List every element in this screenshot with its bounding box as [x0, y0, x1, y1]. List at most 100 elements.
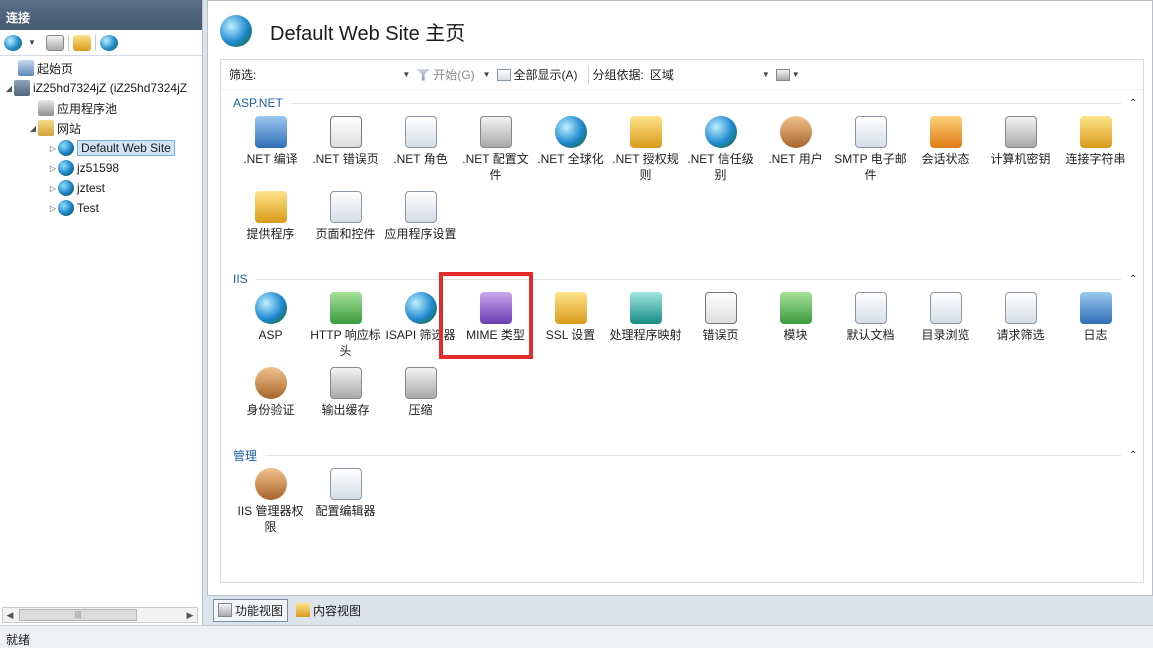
section-header[interactable]: 管理 ⌃	[233, 446, 1139, 464]
feature-pages-controls[interactable]: 页面和控件	[308, 187, 383, 262]
scroll-thumb[interactable]: |||	[19, 609, 137, 621]
chevron-down-icon[interactable]: ▼	[402, 70, 410, 79]
chevron-down-icon[interactable]: ▼	[762, 70, 770, 79]
status-bar: 就绪	[0, 625, 1153, 648]
feature-error-pages[interactable]: 错误页	[683, 288, 758, 363]
feature-output-caching[interactable]: 输出缓存	[308, 363, 383, 438]
up-folder-icon[interactable]	[72, 34, 91, 51]
feature-iis-manager-permissions[interactable]: IIS 管理器权限	[233, 464, 308, 539]
feature-http-headers[interactable]: HTTP 响应标头	[308, 288, 383, 363]
feature-authentication[interactable]: 身份验证	[233, 363, 308, 438]
authentication-icon	[254, 367, 287, 399]
feature-dotnet-users[interactable]: .NET 用户	[758, 112, 833, 187]
feature-dotnet-error-pages[interactable]: .NET 错误页	[308, 112, 383, 187]
feature-modules[interactable]: 模块	[758, 288, 833, 363]
expand-icon[interactable]: ▷	[48, 204, 58, 213]
tree-item-test[interactable]: ▷ Test	[4, 198, 202, 218]
collapse-icon[interactable]: ⌃	[1129, 450, 1139, 461]
dotnet-error-pages-icon	[329, 116, 362, 148]
logging-icon	[1079, 292, 1112, 324]
feature-ssl-settings[interactable]: SSL 设置	[533, 288, 608, 363]
filter-input[interactable]	[260, 65, 401, 84]
feature-request-filtering[interactable]: 请求筛选	[983, 288, 1058, 363]
feature-isapi-filters[interactable]: ISAPI 筛选器	[383, 288, 458, 363]
connect-icon[interactable]	[4, 34, 22, 51]
features-panel: 筛选: ▼ 开始(G) ▼ 全部显示(A) 分组依据: 区域 ▼ ▼ ASP.N…	[220, 59, 1144, 583]
request-filtering-icon	[1004, 292, 1037, 324]
start-filter-button[interactable]: 开始(G)	[416, 66, 475, 83]
filter-funnel-icon	[416, 68, 431, 81]
tree-item-server[interactable]: ◢ iZ25hd7324jZ (iZ25hd7324jZ	[4, 78, 202, 98]
session-state-icon	[929, 116, 962, 148]
tree-item-sites[interactable]: ◢ 网站	[4, 118, 202, 138]
app-settings-icon	[404, 191, 437, 223]
tree-item-jztest[interactable]: ▷ jztest	[4, 178, 202, 198]
horizontal-scrollbar[interactable]: ◀ ||| ▶	[2, 607, 198, 623]
ssl-settings-icon	[554, 292, 587, 324]
chevron-down-icon[interactable]: ▼	[483, 70, 491, 79]
title-bar: Default Web Site 主页	[208, 1, 1152, 61]
features-view-icon	[218, 603, 232, 617]
content-view-icon	[296, 603, 311, 617]
group-by-select[interactable]: 区域	[650, 66, 760, 83]
feature-dotnet-authorization[interactable]: .NET 授权规则	[608, 112, 683, 187]
feature-machine-key[interactable]: 计算机密钥	[983, 112, 1058, 187]
section-header[interactable]: ASP.NET ⌃	[233, 94, 1139, 112]
globe-icon	[58, 140, 74, 156]
feature-directory-browsing[interactable]: 目录浏览	[908, 288, 983, 363]
chevron-down-icon[interactable]: ▼	[792, 70, 800, 79]
feature-dotnet-compilation[interactable]: .NET 编译	[233, 112, 308, 187]
feature-dotnet-roles[interactable]: .NET 角色	[383, 112, 458, 187]
tree-item-jz51598[interactable]: ▷ jz51598	[4, 158, 202, 178]
feature-connection-strings[interactable]: 连接字符串	[1058, 112, 1133, 187]
scroll-left-icon[interactable]: ◀	[3, 610, 17, 621]
sites-folder-icon	[38, 120, 54, 136]
chevron-down-icon[interactable]: ▼	[28, 38, 36, 47]
tree-item-default-web-site[interactable]: ▷ Default Web Site	[4, 138, 202, 158]
view-mode-icon[interactable]	[775, 68, 790, 81]
start-page-icon	[18, 60, 34, 76]
collapse-icon[interactable]: ⌃	[1129, 274, 1139, 285]
feature-asp[interactable]: ASP	[233, 288, 308, 363]
feature-logging[interactable]: 日志	[1058, 288, 1133, 363]
feature-smtp-email[interactable]: SMTP 电子邮件	[833, 112, 908, 187]
feature-default-document[interactable]: 默认文档	[833, 288, 908, 363]
tab-features-view[interactable]: 功能视图	[213, 598, 289, 622]
collapse-icon[interactable]: ⌃	[1129, 98, 1139, 109]
default-document-icon	[854, 292, 887, 324]
feature-configuration-editor[interactable]: 配置编辑器	[308, 464, 383, 539]
section-header[interactable]: IIS ⌃	[233, 270, 1139, 288]
scroll-right-icon[interactable]: ▶	[183, 610, 197, 621]
output-caching-icon	[329, 367, 362, 399]
server-icon	[14, 80, 30, 96]
tree-item-start-page[interactable]: 起始页	[4, 58, 202, 78]
save-icon[interactable]	[45, 34, 64, 51]
tree-item-app-pools[interactable]: 应用程序池	[4, 98, 202, 118]
feature-handler-mappings[interactable]: 处理程序映射	[608, 288, 683, 363]
globe-icon	[58, 160, 74, 176]
feature-dotnet-profile[interactable]: .NET 配置文件	[458, 112, 533, 187]
view-tabs: 功能视图 内容视图	[207, 598, 365, 622]
section-management: 管理 ⌃ IIS 管理器权限 配置编辑器	[233, 446, 1139, 539]
feature-app-settings[interactable]: 应用程序设置	[383, 187, 458, 262]
tab-content-view[interactable]: 内容视图	[292, 600, 365, 621]
asp-icon	[254, 292, 287, 324]
feature-providers[interactable]: 提供程序	[233, 187, 308, 262]
expand-icon[interactable]: ▷	[48, 164, 58, 173]
expand-icon[interactable]: ▷	[48, 184, 58, 193]
expand-icon[interactable]: ▷	[48, 144, 58, 153]
feature-list: ASP HTTP 响应标头 ISAPI 筛选器 MIME 类型 SSL 设置 处…	[233, 288, 1139, 438]
disconnect-icon[interactable]	[99, 34, 118, 51]
feature-dotnet-globalization[interactable]: .NET 全球化	[533, 112, 608, 187]
compression-icon	[404, 367, 437, 399]
collapse-icon[interactable]: ◢	[4, 84, 14, 93]
feature-dotnet-trust-levels[interactable]: .NET 信任级别	[683, 112, 758, 187]
feature-session-state[interactable]: 会话状态	[908, 112, 983, 187]
feature-list: .NET 编译 .NET 错误页 .NET 角色 .NET 配置文件 .NET …	[233, 112, 1139, 262]
feature-list: IIS 管理器权限 配置编辑器	[233, 464, 1139, 539]
globe-icon	[58, 180, 74, 196]
show-all-button[interactable]: 全部显示(A)	[496, 66, 578, 83]
collapse-icon[interactable]: ◢	[28, 124, 38, 133]
feature-mime-types[interactable]: MIME 类型	[458, 288, 533, 363]
feature-compression[interactable]: 压缩	[383, 363, 458, 438]
